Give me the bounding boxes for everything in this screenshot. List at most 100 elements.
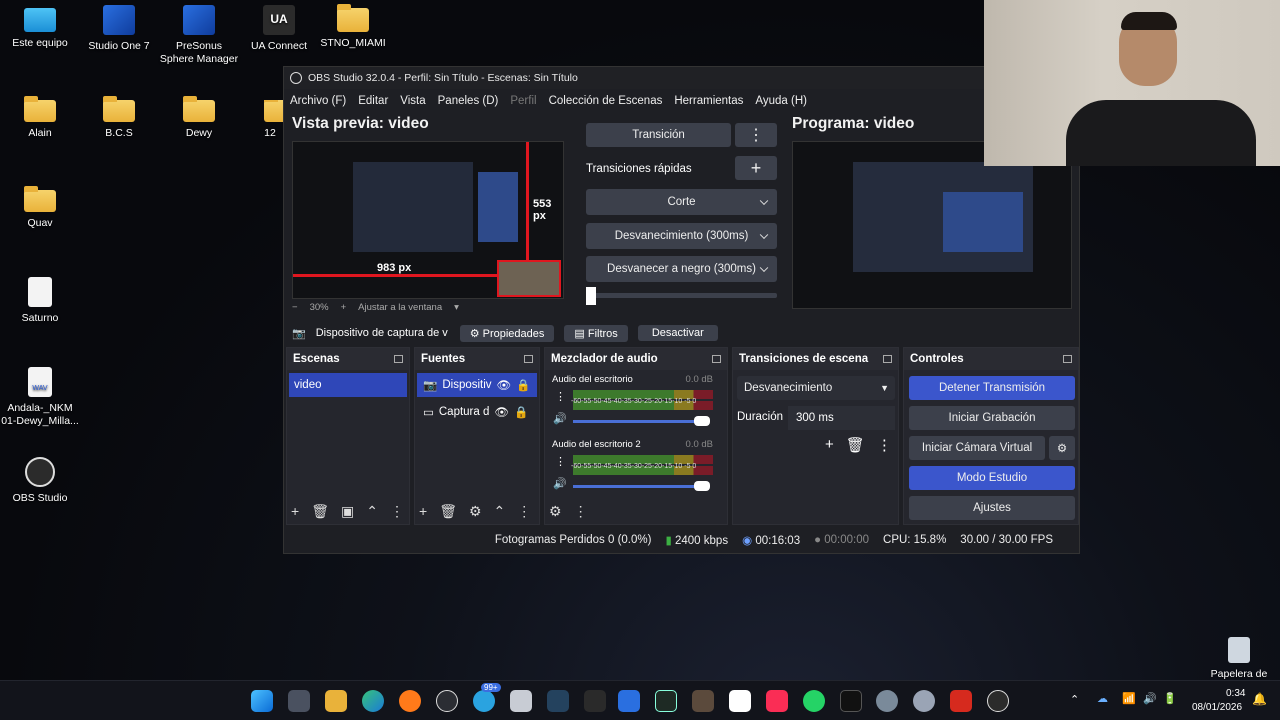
trash-icon[interactable]: 🗑 (311, 503, 329, 520)
float-dock-icon[interactable] (712, 355, 721, 363)
trash-icon[interactable]: 🗑 (846, 436, 865, 454)
whatsapp-icon[interactable] (803, 690, 825, 712)
volume-icon[interactable]: 🔊 (553, 477, 567, 490)
deactivate-button[interactable]: Desactivar (637, 325, 718, 341)
tbar-handle[interactable] (586, 287, 596, 305)
fit-window-select[interactable]: Ajustar a la ventana (358, 302, 442, 313)
ableton-icon[interactable] (655, 690, 677, 712)
preview-canvas[interactable]: 983 px 553 px (292, 141, 564, 299)
gear-icon[interactable]: ⚙ (1049, 436, 1075, 460)
chevron-down-icon[interactable]: ▾ (454, 302, 459, 313)
start-virtual-camera-button[interactable]: Iniciar Cámara Virtual (909, 436, 1045, 460)
desktop-icon-alain[interactable]: Alain (0, 96, 80, 140)
source-item-capture[interactable]: ▭ Captura d 👁 🔒 (417, 400, 537, 424)
float-dock-icon[interactable] (1063, 355, 1072, 363)
desktop-icon-stno-miami[interactable]: STNO_MIAMI (313, 4, 393, 50)
zoom-out-button[interactable]: − (292, 302, 298, 313)
notification-bell-icon[interactable]: 🔔 (1252, 692, 1267, 706)
music-icon[interactable] (766, 690, 788, 712)
volume-icon[interactable]: 🔊 (1143, 692, 1157, 705)
app-icon[interactable] (913, 690, 935, 712)
tbar-slider[interactable] (586, 287, 777, 305)
desktop-icon-este-equipo[interactable]: Este equipo (0, 8, 80, 50)
wifi-icon[interactable]: 📶 (1122, 692, 1136, 705)
more-icon[interactable]: ⋮ (555, 455, 566, 468)
settings-button[interactable]: Ajustes (909, 496, 1075, 520)
capcut-icon[interactable] (729, 690, 751, 712)
quick-transition-fade[interactable]: Desvanecimiento (300ms) (586, 223, 777, 249)
desktop-icon-saturno[interactable]: Saturno (0, 277, 80, 325)
menu-vista[interactable]: Vista (400, 95, 425, 107)
webcam-source-box[interactable] (497, 260, 561, 297)
cloud-icon[interactable]: ☁ (1097, 692, 1108, 705)
menu-coleccion[interactable]: Colección de Escenas (549, 95, 663, 107)
eye-icon[interactable]: 👁 (497, 378, 512, 392)
firefox-icon[interactable] (399, 690, 421, 712)
chevron-up-icon[interactable]: ⌃ (366, 503, 378, 520)
menu-archivo[interactable]: Archivo (F) (290, 95, 346, 107)
transition-select[interactable]: Desvanecimiento ▼ (737, 376, 895, 400)
desktop-icon-obs[interactable]: OBS Studio (0, 457, 80, 505)
desktop-icon-quav[interactable]: Quav (0, 186, 80, 230)
volume-slider[interactable] (573, 416, 710, 426)
menu-ayuda[interactable]: Ayuda (H) (755, 95, 807, 107)
menu-herramientas[interactable]: Herramientas (674, 95, 743, 107)
desktop-icon-12[interactable]: 12 (237, 100, 283, 140)
duration-spinbox[interactable]: 300 ms (788, 406, 895, 430)
chevron-up-icon[interactable]: ⌃ (1070, 693, 1079, 706)
float-dock-icon[interactable] (883, 355, 892, 363)
desktop-icon-dewy[interactable]: Dewy (159, 96, 239, 140)
stop-streaming-button[interactable]: Detener Transmisión (909, 376, 1075, 400)
properties-button[interactable]: ⚙ Propiedades (459, 324, 555, 342)
tiktok-icon[interactable] (840, 690, 862, 712)
volume-slider[interactable] (573, 481, 710, 491)
desktop-icon-presonus[interactable]: PreSonus Sphere Manager (159, 5, 239, 66)
filters-button[interactable]: ▤ Filtros (564, 324, 628, 342)
add-icon[interactable]: + (291, 503, 299, 520)
add-icon[interactable]: + (419, 503, 427, 520)
desktop-icon-ua-connect[interactable]: UA UA Connect (239, 5, 319, 53)
start-recording-button[interactable]: Iniciar Grabación (909, 406, 1075, 430)
chatgpt-icon[interactable] (436, 690, 458, 712)
menu-editar[interactable]: Editar (358, 95, 388, 107)
desktop-icon-wav[interactable]: WAV Andala-_NKM 01-Dewy_Milla... (0, 367, 80, 428)
obs-taskbar-icon[interactable] (987, 690, 1009, 712)
add-quick-transition-button[interactable]: + (735, 156, 777, 180)
mail-icon[interactable] (510, 690, 532, 712)
scene-item-video[interactable]: video (289, 373, 407, 397)
menu-paneles[interactable]: Paneles (D) (438, 95, 499, 107)
more-icon[interactable]: ⋮ (877, 436, 892, 454)
more-icon[interactable]: ⋮ (390, 503, 404, 520)
vscode-icon[interactable] (547, 690, 569, 712)
telegram-icon[interactable]: 99+ (473, 683, 501, 712)
app-icon[interactable] (950, 690, 972, 712)
gear-icon[interactable]: ⚙ (469, 503, 482, 520)
clock-time[interactable]: 0:34 (1226, 688, 1245, 699)
zoom-in-button[interactable]: + (341, 302, 347, 313)
windows-start-icon[interactable] (251, 690, 273, 712)
edge-icon[interactable] (362, 690, 384, 712)
volume-icon[interactable]: 🔊 (553, 412, 567, 425)
more-icon[interactable]: ⋮ (574, 503, 588, 520)
quick-transition-fade-black[interactable]: Desvanecer a negro (300ms) (586, 256, 777, 282)
store-icon[interactable] (288, 690, 310, 712)
volume-knob[interactable] (694, 416, 710, 426)
browser-icon[interactable] (876, 690, 898, 712)
game-icon[interactable] (692, 690, 714, 712)
filter-icon[interactable]: ▣ (341, 503, 354, 520)
eye-icon[interactable]: 👁 (494, 405, 509, 419)
trash-icon[interactable]: 🗑 (439, 503, 457, 520)
fl-studio-icon[interactable] (584, 690, 606, 712)
float-dock-icon[interactable] (524, 355, 533, 363)
float-dock-icon[interactable] (394, 355, 403, 363)
transition-button[interactable]: Transición (586, 123, 731, 147)
chevron-up-icon[interactable]: ⌃ (494, 503, 506, 520)
menu-perfil[interactable]: Perfil (510, 95, 536, 107)
lock-icon[interactable]: 🔒 (514, 405, 528, 419)
file-explorer-icon[interactable] (325, 690, 347, 712)
quick-transition-corte[interactable]: Corte (586, 189, 777, 215)
transition-menu-button[interactable]: ⋮ (735, 123, 777, 147)
volume-knob[interactable] (694, 481, 710, 491)
advanced-audio-icon[interactable]: ⚙ (549, 503, 562, 520)
more-icon[interactable]: ⋮ (517, 503, 531, 520)
